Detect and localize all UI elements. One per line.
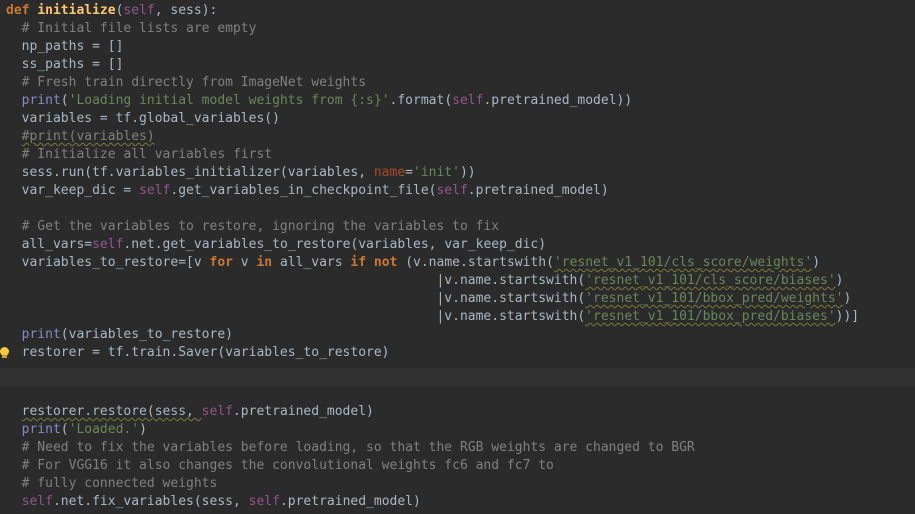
code-line-23[interactable]: restorer.restore(sess, self.pretrained_m… — [0, 403, 915, 421]
code-fragment: ) — [812, 255, 821, 270]
code-fragment: .net.get_variables_to_restore(variables,… — [123, 237, 547, 252]
code-line-19[interactable]: print(variables_to_restore) — [0, 326, 915, 344]
code-line-11[interactable]: var_keep_dic = self.get_variables_in_che… — [0, 182, 915, 200]
code-fragment: .net.fix_variables(sess, — [52, 494, 249, 509]
comment: # Need to fix the variables before loadi… — [21, 440, 695, 455]
code-editor[interactable]: def initialize(self, sess): # Initial fi… — [0, 0, 915, 514]
print-builtin: print — [21, 93, 61, 108]
print-builtin: print — [21, 327, 61, 342]
code-fragment: |v.name.startswith( — [436, 291, 586, 306]
code-line-21-current[interactable] — [0, 368, 915, 386]
paren: ( — [60, 422, 69, 437]
code-fragment: = — [405, 165, 413, 180]
code-line-14[interactable]: all_vars=self.net.get_variables_to_resto… — [0, 236, 915, 254]
string-literal: 'resnet_v1_101/cls_score/biases' — [585, 273, 836, 288]
code-line-20[interactable]: restorer = tf.train.Saver(variables_to_r… — [0, 344, 915, 362]
self-param: self — [123, 3, 155, 18]
code-fragment: .pretrained_model) — [279, 494, 421, 509]
code-fragment: .pretrained_model) — [467, 183, 609, 198]
not-keyword: not — [373, 255, 398, 270]
code-line-12[interactable] — [0, 200, 915, 218]
code-fragment: ) — [139, 422, 147, 437]
string-literal: 'Loading initial model weights from {:s}… — [68, 93, 390, 108]
self-ref: self — [436, 183, 468, 198]
comment: # Get the variables to restore, ignoring… — [21, 219, 500, 234]
code-fragment: .get_variables_in_checkpoint_file( — [170, 183, 437, 198]
keyword-argument: name — [373, 165, 406, 180]
self-ref: self — [92, 237, 124, 252]
string-literal: 'Loaded.' — [68, 422, 140, 437]
code-fragment: )) — [459, 165, 476, 180]
self-ref: self — [452, 93, 484, 108]
code-line-6[interactable]: print('Loading initial model weights fro… — [0, 92, 915, 110]
code-line-4[interactable]: ss_paths = [] — [0, 56, 915, 74]
code-line-13[interactable]: # Get the variables to restore, ignoring… — [0, 218, 915, 236]
statement: variables = tf.global_variables() — [21, 111, 280, 126]
self-ref: self — [21, 494, 53, 509]
code-fragment: .format( — [389, 93, 453, 108]
statement: ss_paths = [] — [21, 57, 124, 72]
code-fragment: ) — [843, 291, 852, 306]
code-line-8[interactable]: #print(variables) — [0, 128, 915, 146]
code-fragment — [366, 255, 374, 270]
code-line-25[interactable]: # Need to fix the variables before loadi… — [0, 439, 915, 457]
code-fragment: ))] — [835, 309, 860, 324]
code-fragment: (v.name.startswith( — [397, 255, 554, 270]
code-fragment: .pretrained_model) — [232, 404, 374, 419]
code-fragment: variables_to_restore=[v — [21, 255, 210, 270]
code-line-24[interactable]: print('Loaded.') — [0, 421, 915, 439]
comment: #print(variables) — [21, 129, 155, 144]
code-fragment: ) — [835, 273, 844, 288]
comment: # Initial file lists are empty — [21, 21, 257, 36]
code-fragment: all_vars — [272, 255, 351, 270]
code-line-28[interactable]: self.net.fix_variables(sess, self.pretra… — [0, 493, 915, 511]
code-fragment: all_vars= — [21, 237, 93, 252]
paren: ( — [60, 93, 69, 108]
string-literal: 'resnet_v1_101/bbox_pred/weights' — [585, 291, 844, 306]
in-keyword: in — [256, 255, 273, 270]
def-keyword: def — [6, 3, 30, 18]
string-literal: 'resnet_v1_101/bbox_pred/biases' — [585, 309, 836, 324]
code-line-17[interactable]: |v.name.startswith('resnet_v1_101/bbox_p… — [0, 290, 915, 308]
code-fragment: v — [232, 255, 257, 270]
string-literal: 'resnet_v1_101/cls_score/weights' — [553, 255, 813, 270]
code-fragment: |v.name.startswith( — [436, 273, 586, 288]
code-line-22[interactable] — [0, 386, 915, 404]
function-name: initialize — [37, 3, 116, 18]
if-keyword: if — [350, 255, 367, 270]
self-ref: self — [139, 183, 171, 198]
code-line-10[interactable]: sess.run(tf.variables_initializer(variab… — [0, 164, 915, 182]
comment: # fully connected weights — [21, 476, 218, 491]
self-ref: self — [201, 404, 233, 419]
code-line-2[interactable]: # Initial file lists are empty — [0, 20, 915, 38]
code-fragment: (variables_to_restore) — [60, 327, 233, 342]
code-line-5[interactable]: # Fresh train directly from ImageNet wei… — [0, 74, 915, 92]
code-line-15[interactable]: variables_to_restore=[v for v in all_var… — [0, 254, 915, 272]
code-line-26[interactable]: # For VGG16 it also changes the convolut… — [0, 457, 915, 475]
code-fragment: .pretrained_model)) — [483, 93, 633, 108]
comment: # For VGG16 it also changes the convolut… — [21, 458, 554, 473]
code-fragment: var_keep_dic = — [21, 183, 140, 198]
code-fragment: sess.run(tf.variables_initializer(variab… — [21, 165, 374, 180]
statement: np_paths = [] — [21, 39, 124, 54]
string-literal: 'init' — [413, 165, 460, 180]
statement: restorer = tf.train.Saver(variables_to_r… — [21, 345, 390, 360]
print-builtin: print — [21, 422, 61, 437]
code-fragment: |v.name.startswith( — [436, 309, 586, 324]
for-keyword: for — [209, 255, 233, 270]
code-line-16[interactable]: |v.name.startswith('resnet_v1_101/cls_sc… — [0, 272, 915, 290]
self-ref: self — [248, 494, 280, 509]
code-line-18[interactable]: |v.name.startswith('resnet_v1_101/bbox_p… — [0, 308, 915, 326]
code-line-7[interactable]: variables = tf.global_variables() — [0, 110, 915, 128]
code-line-3[interactable]: np_paths = [] — [0, 38, 915, 56]
code-fragment: restorer.restore(sess, — [21, 404, 202, 419]
code-line-1[interactable]: def initialize(self, sess): — [0, 2, 915, 20]
comment: # Initialize all variables first — [21, 147, 273, 162]
comment: # Fresh train directly from ImageNet wei… — [21, 75, 367, 90]
params-rest: , sess): — [154, 3, 218, 18]
code-line-9[interactable]: # Initialize all variables first — [0, 146, 915, 164]
code-line-27[interactable]: # fully connected weights — [0, 475, 915, 493]
